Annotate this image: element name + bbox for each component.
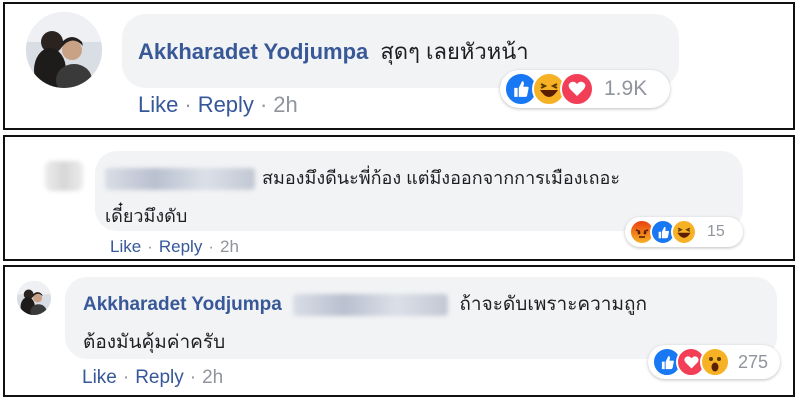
separator-dot: ·: [208, 237, 214, 256]
comment-panel-3: Akkharadet Yodjumpa ถ้าจะดับเพราะความถูก…: [3, 265, 795, 397]
blurred-tagged-name[interactable]: [293, 293, 449, 316]
comment-panel-1: Akkharadet Yodjumpa สุดๆ เลยหัวหน้า 1.9K…: [3, 2, 795, 130]
comment-text-line2: เดี๋ยวมึงดับ: [105, 206, 188, 226]
reaction-count: 1.9K: [604, 77, 648, 100]
haha-icon: [671, 219, 697, 245]
reply-link[interactable]: Reply: [198, 92, 254, 118]
comment-actions: Like · Reply · 2h: [110, 237, 239, 257]
separator-dot: ·: [122, 367, 130, 388]
blurred-author-name[interactable]: [105, 168, 255, 191]
reaction-summary[interactable]: 1.9K: [500, 70, 670, 108]
like-link[interactable]: Like: [138, 92, 178, 118]
timestamp[interactable]: 2h: [220, 237, 239, 257]
comment-actions: Like · Reply · 2h: [138, 92, 298, 118]
avatar[interactable]: [17, 281, 51, 315]
separator-dot: ·: [184, 92, 192, 117]
comment-text: สุดๆ เลยหัวหน้า: [380, 39, 529, 64]
separator-dot: ·: [147, 237, 153, 256]
comment-text-line2: ต้องมันคุ้มค่าครับ: [83, 332, 226, 353]
wow-icon: [700, 347, 730, 377]
love-icon: [560, 72, 594, 106]
reply-link[interactable]: Reply: [159, 237, 202, 257]
reaction-count: 275: [738, 351, 769, 372]
reaction-count: 15: [707, 223, 725, 240]
reaction-summary[interactable]: 275: [648, 345, 780, 379]
timestamp[interactable]: 2h: [202, 367, 223, 389]
timestamp[interactable]: 2h: [273, 92, 297, 118]
like-link[interactable]: Like: [82, 367, 117, 389]
comment-actions: Like · Reply · 2h: [82, 367, 223, 389]
comment-text-line1: สมองมึงดีนะพี่ก้อง แต่มึงออกจากการเมืองเ…: [262, 168, 620, 188]
comment-author[interactable]: Akkharadet Yodjumpa: [138, 39, 368, 64]
avatar[interactable]: [26, 12, 102, 88]
comment-author[interactable]: Akkharadet Yodjumpa: [83, 294, 282, 315]
separator-dot: ·: [259, 92, 268, 117]
reaction-summary[interactable]: 15: [625, 217, 743, 247]
comment-text-line1: ถ้าจะดับเพราะความถูก: [459, 294, 648, 315]
comment-panel-2: สมองมึงดีนะพี่ก้อง แต่มึงออกจากการเมืองเ…: [3, 135, 795, 261]
avatar[interactable]: [45, 161, 83, 191]
reply-link[interactable]: Reply: [135, 367, 184, 389]
separator-dot: ·: [189, 367, 197, 388]
like-link[interactable]: Like: [110, 237, 141, 257]
